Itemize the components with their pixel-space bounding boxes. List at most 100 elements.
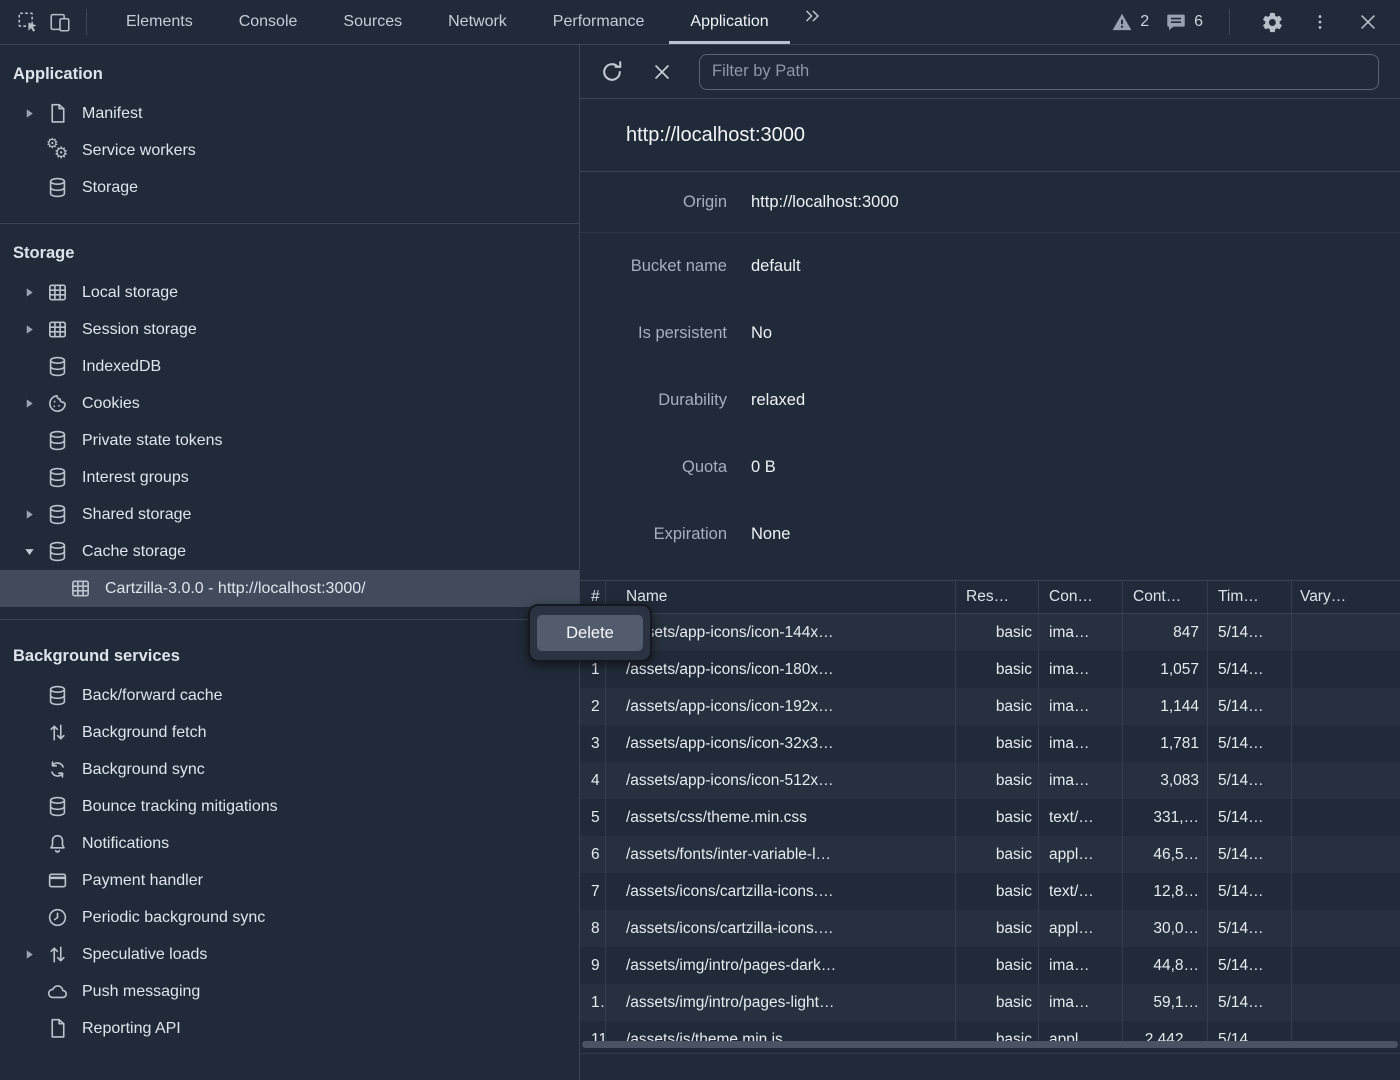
sidebar-item-private-state-tokens[interactable]: Private state tokens xyxy=(0,422,579,459)
expand-arrow-icon[interactable] xyxy=(24,398,46,409)
sidebar-item-cookies[interactable]: Cookies xyxy=(0,385,579,422)
cell-response-type: basic xyxy=(956,836,1039,873)
sidebar-item-interest-groups[interactable]: Interest groups xyxy=(0,459,579,496)
delete-menu-item[interactable]: Delete xyxy=(537,615,643,651)
sidebar-item-indexeddb[interactable]: IndexedDB xyxy=(0,348,579,385)
inspect-element-icon[interactable] xyxy=(12,6,44,38)
cell-index: 9 xyxy=(580,947,606,984)
sidebar-item-background-sync[interactable]: Background sync xyxy=(0,751,579,788)
cell-content-length: 2,442… xyxy=(1123,1021,1208,1041)
cell-index: 11 xyxy=(580,1021,606,1041)
cell-content-length: 46,5… xyxy=(1123,836,1208,873)
col-header-response-type[interactable]: Res… xyxy=(956,581,1039,613)
col-header-name[interactable]: Name xyxy=(606,581,956,613)
cell-response-type: basic xyxy=(956,947,1039,984)
sidebar-item-periodic-background-sync[interactable]: Periodic background sync xyxy=(0,899,579,936)
sidebar-item-speculative-loads[interactable]: Speculative loads xyxy=(0,936,579,973)
table-row[interactable]: 4 /assets/app-icons/icon-512x… basic ima… xyxy=(580,762,1400,799)
sidebar-item-cache-storage[interactable]: Cache storage xyxy=(0,533,579,570)
database-icon xyxy=(46,466,69,489)
col-header-content-type[interactable]: Con… xyxy=(1039,581,1123,613)
filter-by-path-input[interactable] xyxy=(699,54,1379,90)
device-toolbar-icon[interactable] xyxy=(44,6,76,38)
sidebar-item-reporting-api[interactable]: Reporting API xyxy=(0,1010,579,1047)
col-header-time-cached[interactable]: Tim… xyxy=(1208,581,1292,613)
cell-content-length: 59,1… xyxy=(1123,984,1208,1021)
section-title-background-services: Background services xyxy=(0,647,579,666)
settings-gear-icon[interactable] xyxy=(1256,6,1288,38)
cell-content-type: ima… xyxy=(1039,651,1123,688)
table-row[interactable]: 3 /assets/app-icons/icon-32x3… basic ima… xyxy=(580,725,1400,762)
cell-content-length: 331,… xyxy=(1123,799,1208,836)
kebab-menu-icon[interactable] xyxy=(1304,6,1336,38)
message-icon xyxy=(1165,11,1187,33)
sidebar-item-bounce-tracking[interactable]: Bounce tracking mitigations xyxy=(0,788,579,825)
cell-name: /assets/img/intro/pages-light… xyxy=(606,984,956,1021)
col-header-vary[interactable]: Vary… xyxy=(1292,581,1400,613)
expand-arrow-icon[interactable] xyxy=(24,509,46,520)
sidebar-item-label: Local storage xyxy=(82,284,178,302)
sidebar-item-storage[interactable]: Storage xyxy=(0,169,579,206)
cell-vary xyxy=(1292,614,1400,651)
table-row[interactable]: 1… /assets/img/intro/pages-light… basic … xyxy=(580,984,1400,1021)
clear-icon[interactable] xyxy=(647,57,677,87)
table-row[interactable]: 11 /assets/js/theme.min.js basic appl… 2… xyxy=(580,1021,1400,1041)
cell-time-cached: 5/14… xyxy=(1208,1021,1292,1041)
sidebar-item-label: Push messaging xyxy=(82,983,200,1001)
horizontal-scrollbar[interactable] xyxy=(582,1041,1398,1048)
cell-index: 2 xyxy=(580,688,606,725)
tab-sources[interactable]: Sources xyxy=(320,0,425,44)
database-icon xyxy=(46,795,69,818)
sidebar-item-background-fetch[interactable]: Background fetch xyxy=(0,714,579,751)
sidebar-item-label: Storage xyxy=(82,179,138,197)
col-header-content-length[interactable]: Cont… xyxy=(1123,581,1208,613)
cache-details: Origin http://localhost:3000 Bucket name… xyxy=(580,172,1400,568)
sidebar-item-payment-handler[interactable]: Payment handler xyxy=(0,862,579,899)
sidebar-item-notifications[interactable]: Notifications xyxy=(0,825,579,862)
table-row[interactable]: 5 /assets/css/theme.min.css basic text/…… xyxy=(580,799,1400,836)
table-row[interactable]: 7 /assets/icons/cartzilla-icons.… basic … xyxy=(580,873,1400,910)
more-tabs-icon[interactable] xyxy=(796,0,828,32)
table-row[interactable]: 9 /assets/img/intro/pages-dark… basic im… xyxy=(580,947,1400,984)
collapse-arrow-icon[interactable] xyxy=(24,546,46,557)
tab-console[interactable]: Console xyxy=(216,0,321,44)
database-icon xyxy=(46,684,69,707)
expand-arrow-icon[interactable] xyxy=(24,108,46,119)
database-icon xyxy=(46,503,69,526)
detail-value: No xyxy=(751,324,772,343)
sidebar-item-shared-storage[interactable]: Shared storage xyxy=(0,496,579,533)
cell-content-type: text/… xyxy=(1039,873,1123,910)
sidebar-item-local-storage[interactable]: Local storage xyxy=(0,274,579,311)
table-row[interactable]: 8 /assets/icons/cartzilla-icons.… basic … xyxy=(580,910,1400,947)
expand-arrow-icon[interactable] xyxy=(24,287,46,298)
close-devtools-icon[interactable] xyxy=(1352,6,1384,38)
table-row[interactable]: 1 /assets/app-icons/icon-180x… basic ima… xyxy=(580,651,1400,688)
expand-arrow-icon[interactable] xyxy=(24,949,46,960)
application-sidebar: Application Manifest ⚙⚙ Service workers … xyxy=(0,45,580,1080)
tab-elements[interactable]: Elements xyxy=(103,0,216,44)
sidebar-item-manifest[interactable]: Manifest xyxy=(0,95,579,132)
sidebar-item-cache-cartzilla[interactable]: Cartzilla-3.0.0 - http://localhost:3000/ xyxy=(0,570,579,607)
expand-arrow-icon[interactable] xyxy=(24,324,46,335)
cell-name: /assets/app-icons/icon-144x… xyxy=(606,614,956,651)
table-row[interactable]: 0 /assets/app-icons/icon-144x… basic ima… xyxy=(580,614,1400,651)
tab-performance[interactable]: Performance xyxy=(530,0,668,44)
sidebar-item-service-workers[interactable]: ⚙⚙ Service workers xyxy=(0,132,579,169)
cell-name: /assets/css/theme.min.css xyxy=(606,799,956,836)
tab-network[interactable]: Network xyxy=(425,0,530,44)
cell-time-cached: 5/14… xyxy=(1208,873,1292,910)
sidebar-item-label: Cartzilla-3.0.0 - http://localhost:3000/ xyxy=(105,580,366,598)
sidebar-item-label: Back/forward cache xyxy=(82,687,223,705)
sidebar-item-label: Manifest xyxy=(82,105,142,123)
sidebar-item-back-forward-cache[interactable]: Back/forward cache xyxy=(0,677,579,714)
sidebar-item-push-messaging[interactable]: Push messaging xyxy=(0,973,579,1010)
tab-application[interactable]: Application xyxy=(667,0,791,44)
sidebar-item-session-storage[interactable]: Session storage xyxy=(0,311,579,348)
warnings-badge[interactable]: 2 xyxy=(1111,11,1149,33)
service-workers-icon: ⚙⚙ xyxy=(46,139,69,162)
table-row[interactable]: 2 /assets/app-icons/icon-192x… basic ima… xyxy=(580,688,1400,725)
table-row[interactable]: 6 /assets/fonts/inter-variable-l… basic … xyxy=(580,836,1400,873)
cell-time-cached: 5/14… xyxy=(1208,910,1292,947)
issues-badge[interactable]: 6 xyxy=(1165,11,1203,33)
refresh-icon[interactable] xyxy=(597,57,627,87)
